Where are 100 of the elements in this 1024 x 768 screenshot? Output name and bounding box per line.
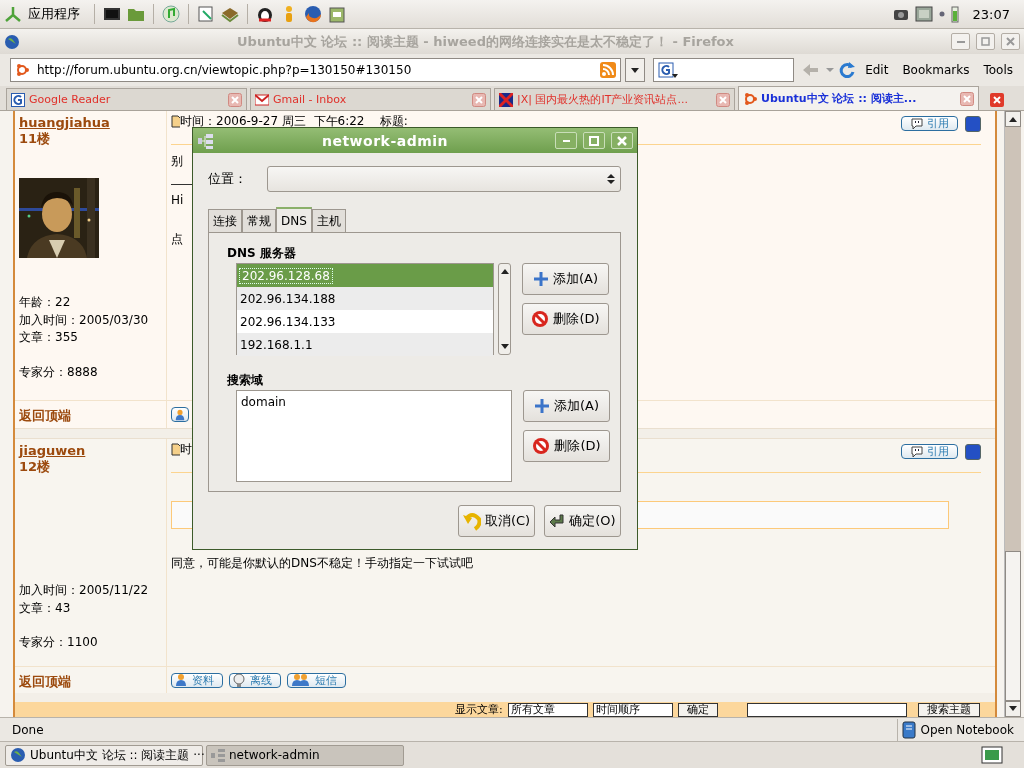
maximize-button[interactable] xyxy=(976,33,995,50)
person-icon xyxy=(174,673,188,687)
floor-number: 11楼 xyxy=(19,130,51,148)
dropdown-button[interactable] xyxy=(625,58,646,82)
location-label: 位置： xyxy=(208,170,247,188)
address-field[interactable]: http://forum.ubuntu.org.cn/viewtopic.php?p=130150#130150 xyxy=(10,58,622,82)
speech-icon xyxy=(910,444,924,459)
minimize-button[interactable] xyxy=(951,33,970,50)
workspace-icon[interactable] xyxy=(981,746,1003,764)
scrollbar[interactable] xyxy=(1004,111,1021,717)
back-to-top-link[interactable]: 返回顶端 xyxy=(15,666,167,693)
battery-icon xyxy=(950,5,959,23)
search-button[interactable]: 搜索主题 xyxy=(917,702,980,717)
sort-label: 显示文章: xyxy=(455,703,503,716)
section-heading: DNS 服务器 xyxy=(227,245,297,262)
list-scrollbar[interactable] xyxy=(498,263,511,355)
search-field[interactable] xyxy=(653,58,795,82)
close-button[interactable] xyxy=(1001,33,1020,50)
maximize-button[interactable] xyxy=(583,132,605,149)
scroll-thumb[interactable] xyxy=(1005,551,1021,701)
close-icon xyxy=(617,135,627,146)
list-row[interactable]: 202.96.134.188 xyxy=(237,287,493,310)
action-button[interactable]: 资料 xyxy=(171,672,223,688)
feed-icon[interactable] xyxy=(600,62,617,78)
back-to-top-link[interactable]: 返回顶端 xyxy=(15,400,167,428)
google-icon xyxy=(11,92,25,107)
browser-tab[interactable]: Ubuntu中文 论坛 :: 阅读主... xyxy=(738,86,979,110)
ubuntu-icon xyxy=(743,91,757,106)
dialog-tab[interactable]: 主机 xyxy=(311,209,346,232)
up-arrow-icon[interactable] xyxy=(1009,116,1017,122)
close-icon[interactable] xyxy=(228,92,242,107)
add-button[interactable]: 添加(A) xyxy=(523,390,610,422)
firefox-icon[interactable] xyxy=(304,5,322,23)
editor-icon[interactable] xyxy=(197,5,215,23)
down-arrow-icon[interactable] xyxy=(1009,706,1017,712)
window-title: Ubuntu中文 论坛 :: 阅读主题 - hiweed的网络连接实在是太不稳定了！ - Firefox xyxy=(236,32,735,51)
location-combo[interactable] xyxy=(267,166,621,192)
globe-icon[interactable] xyxy=(4,33,20,50)
notebook-button[interactable]: Open Notebook xyxy=(897,718,1024,741)
edit-button[interactable] xyxy=(965,116,981,132)
minimize-button[interactable] xyxy=(555,132,577,149)
close-icon[interactable] xyxy=(716,92,730,107)
ok-button[interactable]: 确定(O) xyxy=(544,505,621,537)
search-field[interactable] xyxy=(746,702,907,717)
dialog-title: network-admin xyxy=(320,132,450,149)
sort-select[interactable]: 时间顺序 xyxy=(592,702,673,717)
monitor-icon[interactable] xyxy=(914,6,933,22)
taskbar-button[interactable]: Ubuntu中文 论坛 :: 阅读主题 ··· xyxy=(5,744,203,766)
remove-button[interactable]: 删除(D) xyxy=(522,303,609,335)
close-icon[interactable] xyxy=(472,92,486,107)
google-icon[interactable] xyxy=(658,62,679,78)
menu-item[interactable]: Edit xyxy=(860,63,894,77)
list-item[interactable]: domain xyxy=(241,395,507,409)
remove-button[interactable]: 删除(D) xyxy=(523,430,610,462)
ubuntu-icon xyxy=(15,63,31,77)
post-time: 时间：2006-9-27 周三 下午6:22 标题: xyxy=(180,113,408,130)
quote-button[interactable]: 引用 xyxy=(901,116,958,131)
add-button[interactable]: 添加(A) xyxy=(522,263,609,295)
dialog-tab[interactable]: 常规 xyxy=(242,209,276,232)
author-link[interactable]: huangjiahua xyxy=(19,115,110,130)
clock[interactable]: 23:07 xyxy=(972,6,1010,22)
menu-item[interactable]: Bookmarks xyxy=(897,63,975,77)
book-icon[interactable] xyxy=(221,5,239,23)
applications-menu[interactable]: 应用程序 xyxy=(28,5,80,23)
bulb-icon xyxy=(232,673,246,687)
down-arrow-icon[interactable] xyxy=(500,344,509,350)
camera-icon[interactable] xyxy=(892,7,909,21)
reload-icon[interactable] xyxy=(838,61,857,79)
close-icon[interactable] xyxy=(990,93,1004,107)
plus-icon xyxy=(533,398,550,414)
post-text: 别 xyxy=(171,153,183,170)
action-button[interactable]: 离线 xyxy=(229,672,281,688)
quote-button[interactable]: 引用 xyxy=(901,444,958,459)
url-text: http://forum.ubuntu.org.cn/viewtopic.php?p=130150#130150 xyxy=(37,63,413,77)
user-stat: 文章：355 xyxy=(19,329,79,346)
person-icon[interactable] xyxy=(171,407,189,422)
caret-icon[interactable] xyxy=(826,66,835,74)
up-arrow-icon[interactable] xyxy=(500,268,509,274)
menu-item[interactable]: Tools xyxy=(978,63,1018,77)
dialog-tab[interactable]: DNS xyxy=(276,207,312,232)
close-button[interactable] xyxy=(611,132,633,149)
dialog-tab[interactable]: 连接 xyxy=(208,209,242,232)
taskbar-button[interactable]: network-admin xyxy=(206,744,404,766)
cancel-button[interactable]: 取消(C) xyxy=(458,505,535,537)
list-row[interactable]: 192.168.1.1 xyxy=(237,333,493,356)
music-icon[interactable] xyxy=(162,5,180,23)
sort-select[interactable]: 所有文章 xyxy=(507,702,588,717)
edit-button[interactable] xyxy=(965,444,981,460)
floor-number: 12楼 xyxy=(19,458,51,476)
status-text: Done xyxy=(12,722,45,737)
author-link[interactable]: jiaguwen xyxy=(19,443,86,458)
undo-icon xyxy=(462,511,481,531)
terminal-icon[interactable] xyxy=(103,5,121,23)
action-button[interactable]: 短信 xyxy=(287,672,346,688)
menu-figure-icon[interactable] xyxy=(4,5,22,23)
archive-icon[interactable] xyxy=(328,5,346,23)
close-icon[interactable] xyxy=(960,91,974,106)
minimize-icon xyxy=(562,139,570,142)
submit-button[interactable]: 确定 xyxy=(677,702,718,717)
user-stat: 年龄：22 xyxy=(19,294,72,311)
